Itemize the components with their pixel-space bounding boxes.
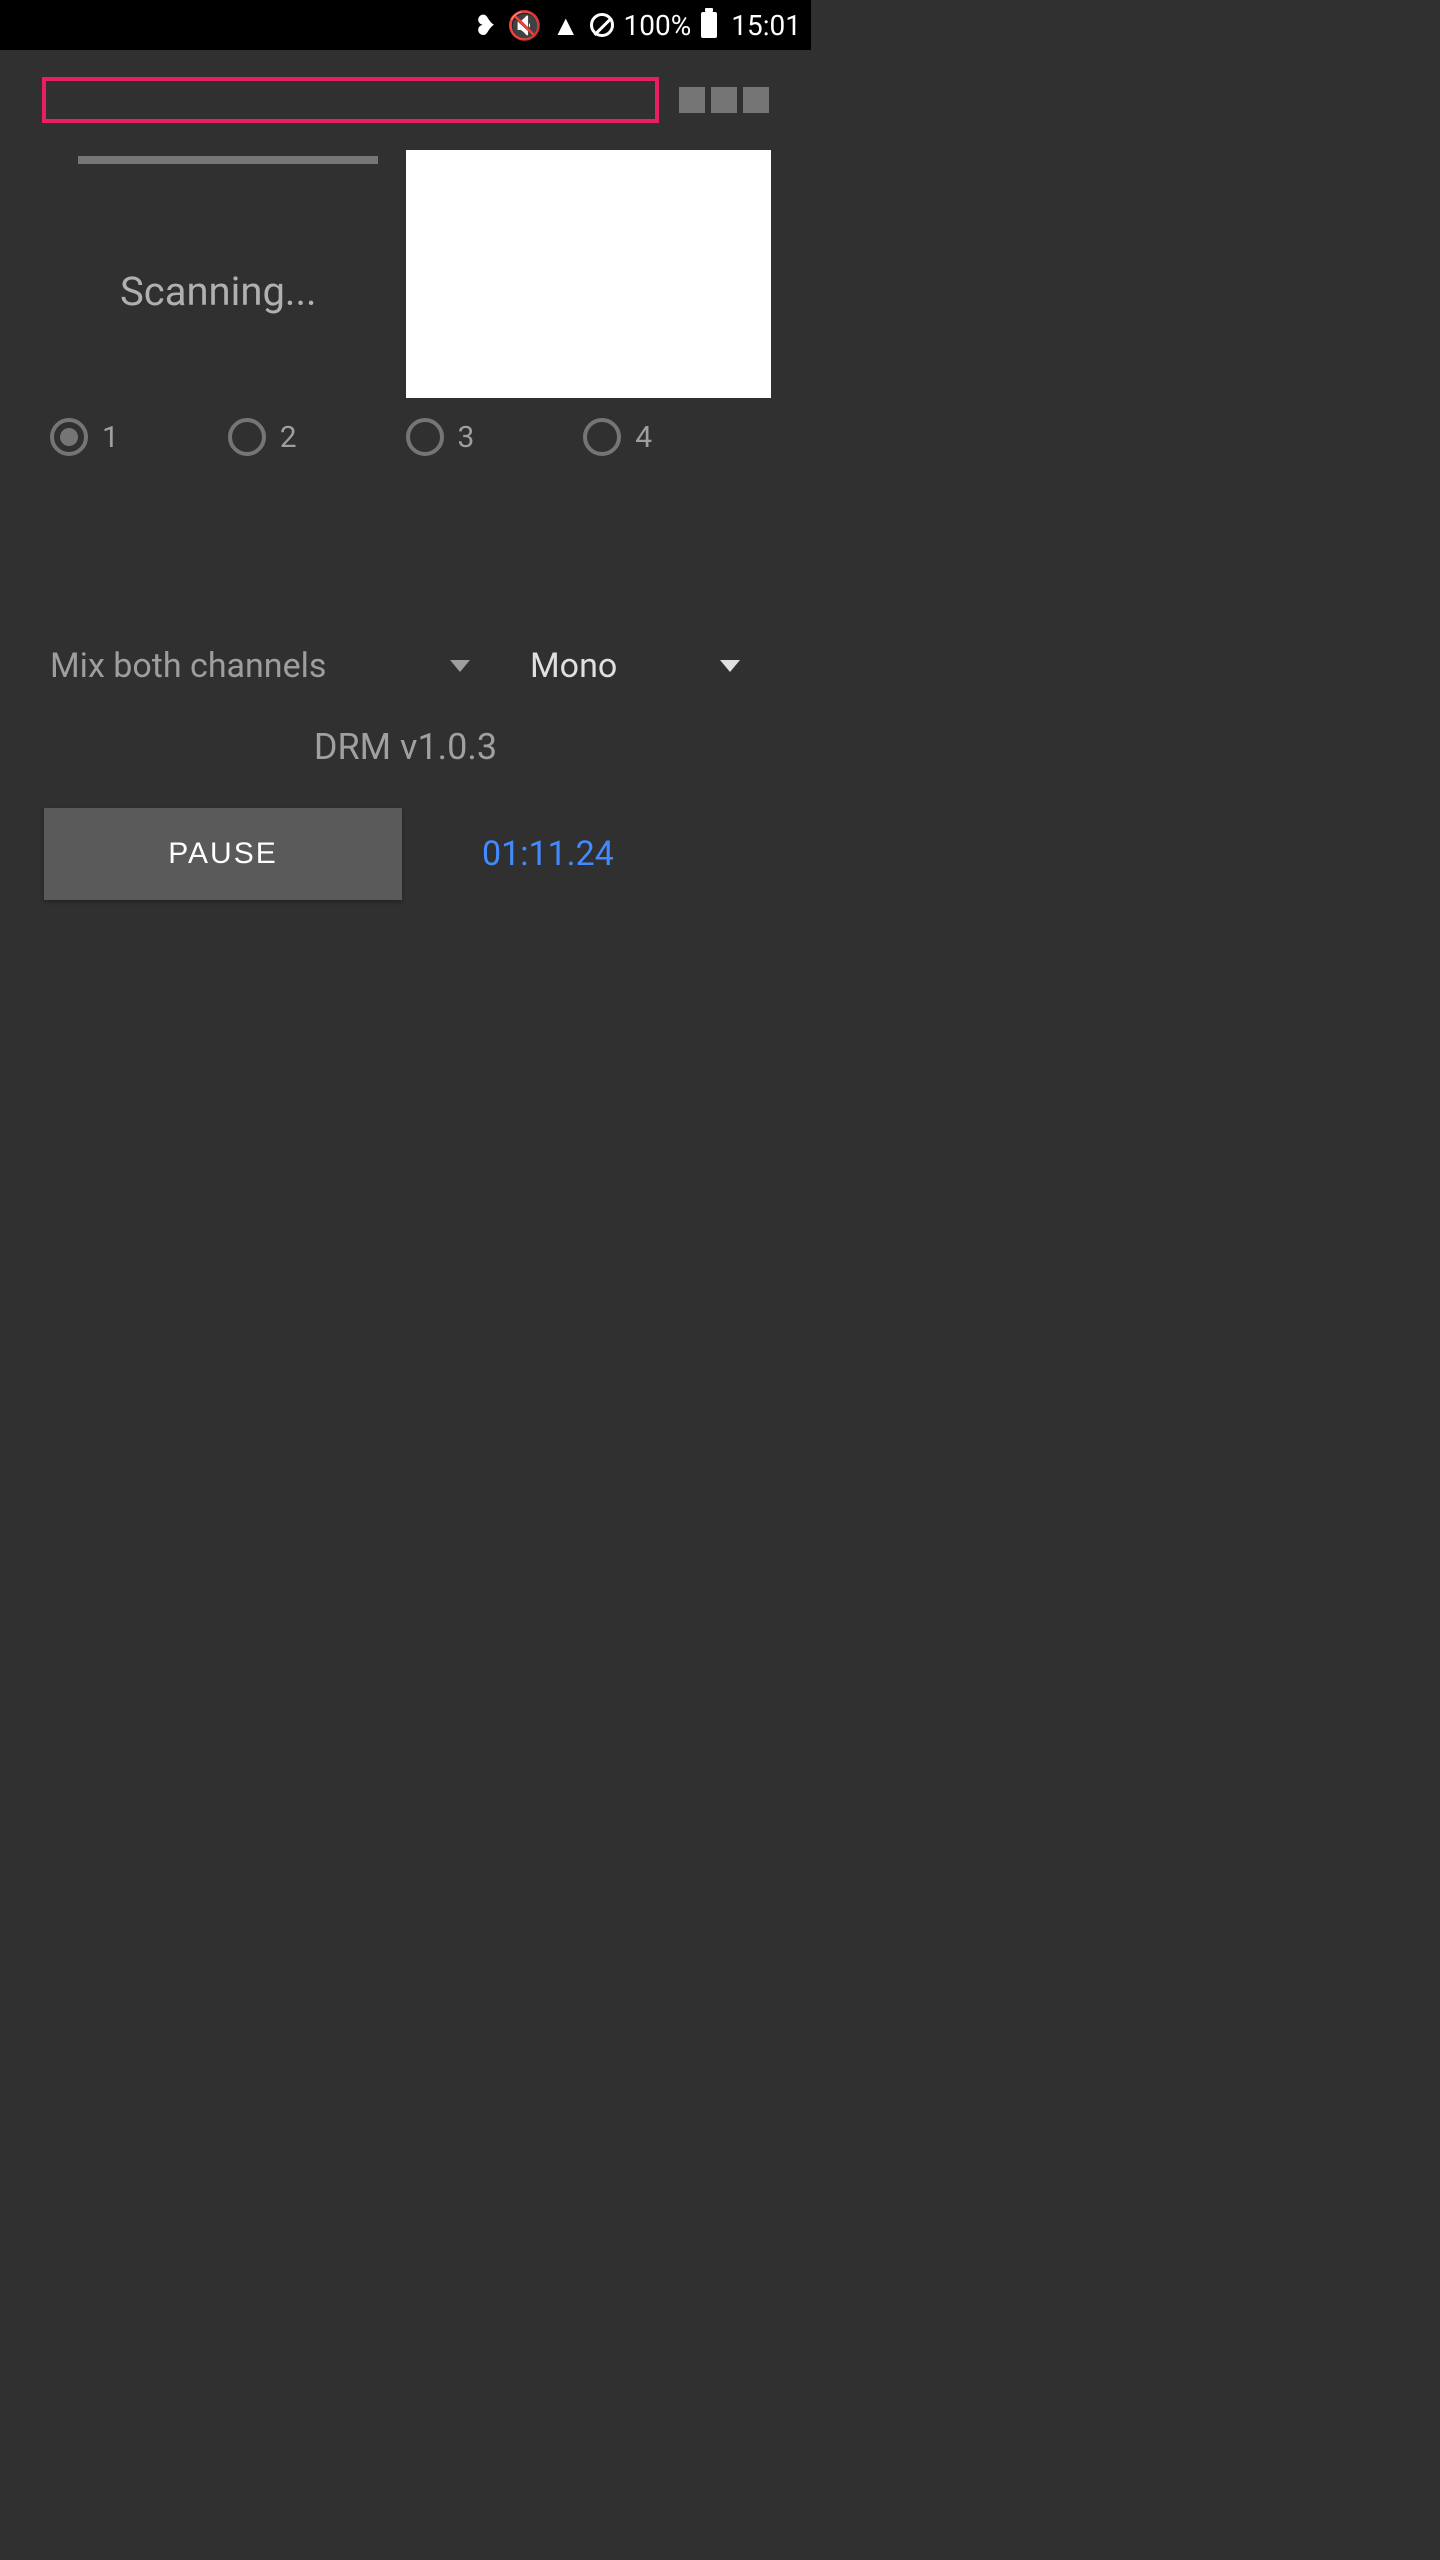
radio-icon bbox=[228, 418, 266, 456]
mix-mode-select[interactable]: Mix both channels bbox=[50, 646, 470, 686]
selectors-row: Mix both channels Mono bbox=[0, 646, 811, 686]
chevron-down-icon bbox=[450, 660, 470, 672]
elapsed-time: 01:11.24 bbox=[482, 834, 614, 874]
mono-stereo-label: Mono bbox=[530, 646, 617, 686]
battery-full-icon bbox=[701, 12, 717, 38]
radio-label: 3 bbox=[458, 420, 475, 455]
radio-label: 2 bbox=[280, 420, 297, 455]
scan-status: Scanning... bbox=[120, 268, 406, 315]
status-icons: ❥ 🔇 ▲ 100% 15:01 bbox=[473, 9, 801, 42]
spectrum-canvas bbox=[406, 150, 771, 398]
title-highlight-box bbox=[42, 77, 659, 123]
signal-bar bbox=[743, 87, 769, 113]
radio-dot-icon bbox=[60, 428, 78, 446]
signal-strength-icon bbox=[679, 87, 769, 113]
channel-radio-group: 1 2 3 4 bbox=[0, 418, 811, 456]
left-panel: Scanning... bbox=[40, 150, 406, 398]
controls-row: PAUSE 01:11.24 bbox=[0, 808, 811, 900]
content-row: Scanning... bbox=[0, 150, 811, 398]
radio-icon bbox=[583, 418, 621, 456]
channel-radio-3[interactable]: 3 bbox=[406, 418, 584, 456]
mono-stereo-select[interactable]: Mono bbox=[530, 646, 740, 686]
radio-icon bbox=[406, 418, 444, 456]
pause-button[interactable]: PAUSE bbox=[44, 808, 402, 900]
version-label: DRM v1.0.3 bbox=[0, 726, 811, 768]
signal-bar bbox=[679, 87, 705, 113]
radio-icon bbox=[50, 418, 88, 456]
radio-label: 1 bbox=[102, 420, 119, 455]
mute-vibrate-icon: 🔇 bbox=[507, 9, 542, 42]
mix-mode-label: Mix both channels bbox=[50, 646, 326, 686]
wifi-icon: ▲ bbox=[552, 9, 580, 42]
status-bar: ❥ 🔇 ▲ 100% 15:01 bbox=[0, 0, 811, 50]
channel-radio-2[interactable]: 2 bbox=[228, 418, 406, 456]
progress-indicator bbox=[78, 156, 378, 164]
app-header bbox=[0, 50, 811, 150]
bluetooth-icon: ❥ bbox=[473, 9, 496, 42]
no-data-icon bbox=[590, 13, 614, 37]
channel-radio-4[interactable]: 4 bbox=[583, 418, 761, 456]
status-time: 15:01 bbox=[731, 9, 801, 42]
signal-bar bbox=[711, 87, 737, 113]
chevron-down-icon bbox=[720, 660, 740, 672]
channel-radio-1[interactable]: 1 bbox=[50, 418, 228, 456]
radio-label: 4 bbox=[635, 420, 652, 455]
battery-percent: 100% bbox=[624, 9, 692, 42]
